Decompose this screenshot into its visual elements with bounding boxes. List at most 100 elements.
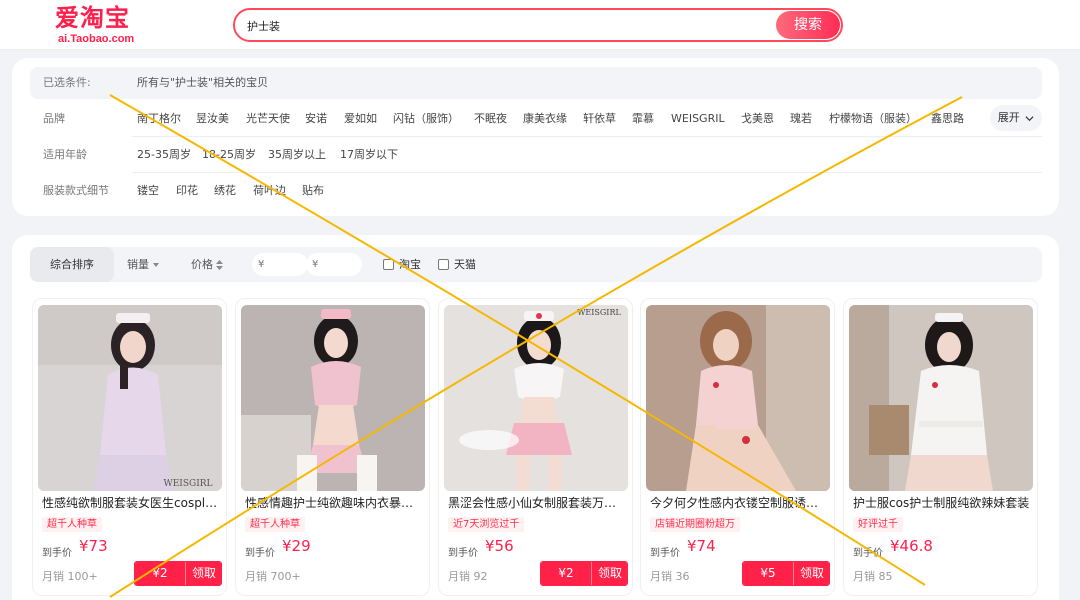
product-tag: 好评过千: [853, 517, 903, 532]
product-price: ¥46.8: [890, 537, 933, 555]
brand-watermark: WEISGIRL: [163, 479, 212, 489]
sort-arrows-icon: [216, 260, 223, 270]
price-label: 到手价: [245, 548, 275, 559]
coupon-claim: 领取: [591, 562, 627, 585]
detail-filter-label: 服装款式细节: [43, 184, 109, 197]
age-option[interactable]: 25-35周岁: [137, 148, 191, 162]
product-title[interactable]: 今夕何夕性感内衣镂空制服诱惑护士: [650, 495, 828, 511]
age-filter-label: 适用年龄: [43, 148, 87, 161]
coupon-amount: ¥2: [135, 562, 185, 585]
price-max-input[interactable]: [306, 253, 362, 276]
filter-divider: [132, 136, 1042, 137]
price-label: 到手价: [448, 548, 478, 559]
selected-conditions-row: 已选条件: 所有与"护士装"相关的宝贝: [30, 67, 1042, 99]
product-card[interactable]: 性感情趣护士纯欲趣味内衣暴露套装 超千人种草 到手价 ¥29 月销 700+: [235, 298, 430, 596]
tmall-checkbox[interactable]: [438, 259, 449, 270]
product-image[interactable]: [241, 305, 425, 491]
price-label: 到手价: [853, 548, 883, 559]
product-image[interactable]: WEISGIRL: [38, 305, 222, 491]
brand-option[interactable]: 康美衣缘: [523, 112, 567, 126]
detail-option[interactable]: 绣花: [214, 184, 236, 198]
sort-sales[interactable]: 销量: [127, 247, 159, 282]
tmall-checkbox-label: 天猫: [454, 258, 476, 271]
product-image[interactable]: [849, 305, 1033, 491]
chevron-down-icon: [1025, 115, 1034, 121]
product-price: ¥29: [282, 537, 311, 555]
sort-price[interactable]: 价格: [191, 247, 223, 282]
product-tag: 超千人种草: [42, 517, 102, 532]
product-card[interactable]: WEISGIRL 黑涩会性感小仙女制服套装万圣节 近7天浏览过千 到手价 ¥56…: [438, 298, 633, 596]
coupon-amount: ¥2: [541, 562, 591, 585]
age-option[interactable]: 18-25周岁: [202, 148, 256, 162]
price-min-input[interactable]: [252, 253, 308, 276]
brand-watermark: WEISGIRL: [577, 308, 621, 317]
coupon-claim: 领取: [793, 562, 829, 585]
product-card[interactable]: WEISGIRL 性感纯欲制服套装女医生cosplay护士 超千人种草 到手价 …: [32, 298, 227, 596]
brand-option[interactable]: 不眠夜: [474, 112, 507, 126]
caret-down-icon: [153, 263, 159, 267]
brand-option[interactable]: 安诺: [305, 112, 327, 126]
logo-domain: ai.Taobao.com: [58, 33, 135, 45]
sort-bar: 综合排序 销量 价格 - 淘宝 天猫: [30, 247, 1042, 282]
detail-option[interactable]: 荷叶边: [253, 184, 286, 198]
product-image[interactable]: WEISGIRL: [444, 305, 628, 491]
filter-panel: 已选条件: 所有与"护士装"相关的宝贝 品牌 南丁格尔 昱汝美 光芒天使 安诺 …: [12, 58, 1059, 216]
brand-option[interactable]: 光芒天使: [246, 112, 290, 126]
product-title[interactable]: 性感纯欲制服套装女医生cosplay护士: [42, 495, 220, 511]
search-button[interactable]: 搜索: [776, 11, 840, 39]
coupon-button[interactable]: ¥2 领取: [540, 561, 628, 586]
product-card[interactable]: 护士服cos护士制服纯欲辣妹套装 好评过千 到手价 ¥46.8 月销 85: [843, 298, 1038, 596]
detail-option[interactable]: 镂空: [137, 184, 159, 198]
brand-option[interactable]: 闪钻（服饰）: [393, 112, 459, 126]
monthly-sales: 月销 36: [650, 570, 690, 583]
product-card[interactable]: 今夕何夕性感内衣镂空制服诱惑护士 店铺近期圈粉超万 到手价 ¥74 月销 36 …: [640, 298, 835, 596]
taobao-checkbox[interactable]: [383, 259, 394, 270]
brand-option[interactable]: 霏慕: [632, 112, 654, 126]
monthly-sales: 月销 92: [448, 570, 488, 583]
product-title[interactable]: 护士服cos护士制服纯欲辣妹套装: [853, 495, 1031, 511]
sort-comprehensive[interactable]: 综合排序: [30, 247, 114, 282]
brand-option[interactable]: 柠檬物语（服装）: [829, 112, 917, 126]
coupon-amount: ¥5: [743, 562, 793, 585]
monthly-sales: 月销 100+: [42, 570, 98, 583]
brand-option[interactable]: 轩依草: [583, 112, 616, 126]
selected-conditions-value: 所有与"护士装"相关的宝贝: [137, 76, 269, 89]
coupon-button[interactable]: ¥2 领取: [134, 561, 222, 586]
top-header: 爱淘宝 ai.Taobao.com 搜索: [0, 0, 1080, 50]
product-price: ¥74: [687, 537, 716, 555]
brand-option[interactable]: 鑫思路: [931, 112, 964, 126]
product-price: ¥56: [485, 537, 514, 555]
logo-text: 爱淘宝: [55, 3, 130, 32]
product-title[interactable]: 黑涩会性感小仙女制服套装万圣节: [448, 495, 626, 511]
sort-price-label: 价格: [191, 258, 213, 271]
coupon-claim: 领取: [185, 562, 221, 585]
brand-option[interactable]: 戈美恩: [741, 112, 774, 126]
brand-option[interactable]: 南丁格尔: [137, 112, 181, 126]
product-image[interactable]: [646, 305, 830, 491]
product-title[interactable]: 性感情趣护士纯欲趣味内衣暴露套装: [245, 495, 423, 511]
search-input[interactable]: [247, 17, 767, 35]
selected-conditions-label: 已选条件:: [43, 76, 91, 89]
age-option[interactable]: 17周岁以下: [340, 148, 398, 162]
sort-sales-label: 销量: [127, 258, 149, 271]
product-tag: 超千人种草: [245, 517, 305, 532]
expand-brands-button[interactable]: 展开: [990, 105, 1042, 131]
coupon-button[interactable]: ¥5 领取: [742, 561, 830, 586]
detail-option[interactable]: 贴布: [302, 184, 324, 198]
taobao-checkbox-label: 淘宝: [399, 258, 421, 271]
monthly-sales: 月销 85: [853, 570, 893, 583]
expand-label: 展开: [997, 111, 1020, 124]
brand-option[interactable]: 瑰若: [790, 112, 812, 126]
product-tag: 店铺近期圈粉超万: [650, 517, 740, 532]
search-bar: 搜索: [233, 8, 843, 42]
product-tag: 近7天浏览过千: [448, 517, 525, 532]
detail-option[interactable]: 印花: [176, 184, 198, 198]
brand-option[interactable]: WEISGRIL: [671, 112, 725, 126]
brand-option[interactable]: 爱如如: [344, 112, 377, 126]
brand-option[interactable]: 昱汝美: [196, 112, 229, 126]
price-label: 到手价: [42, 548, 72, 559]
age-option[interactable]: 35周岁以上: [268, 148, 326, 162]
product-price: ¥73: [79, 537, 108, 555]
monthly-sales: 月销 700+: [245, 570, 301, 583]
taobao-logo[interactable]: 爱淘宝 ai.Taobao.com: [55, 4, 155, 48]
